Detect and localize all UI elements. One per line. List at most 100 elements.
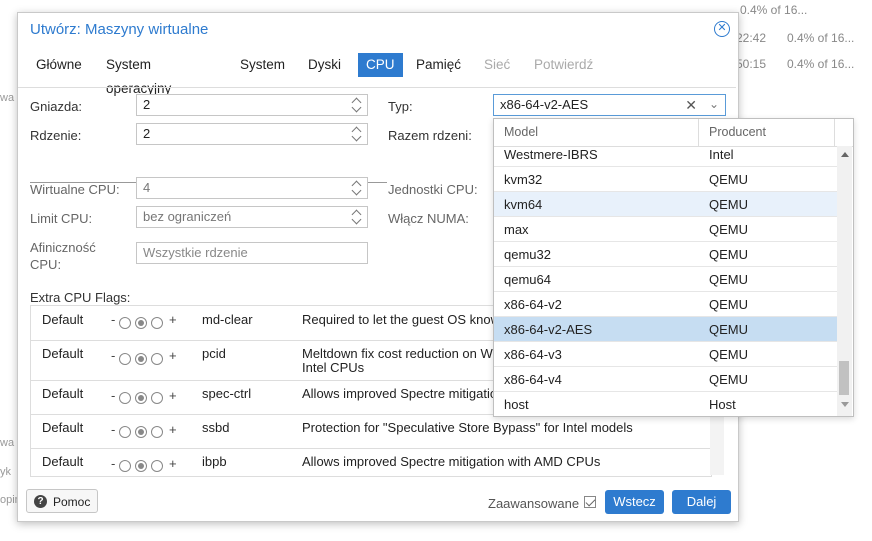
close-icon[interactable]: ✕: [714, 21, 730, 37]
dropdown-scrollbar[interactable]: [837, 146, 852, 416]
list-item[interactable]: x86-64-v4 QEMU: [494, 367, 837, 392]
flag-radio-on[interactable]: [151, 460, 163, 472]
tab-os[interactable]: System operacyjny: [98, 53, 179, 96]
scroll-down-icon[interactable]: [841, 402, 849, 407]
flag-radio-default[interactable]: [135, 460, 147, 472]
bg-row-memory: 0.4% of 16...: [787, 31, 855, 45]
tab-disks[interactable]: Dyski: [300, 53, 349, 77]
cores-spinner[interactable]: 2: [136, 123, 368, 145]
list-item[interactable]: qemu64 QEMU: [494, 267, 837, 292]
cpu-type-combobox[interactable]: x86-64-v2-AES ✕ ⌄: [493, 94, 726, 116]
list-item[interactable]: host Host: [494, 392, 837, 416]
flag-plus: +: [169, 422, 177, 437]
flag-radio-on[interactable]: [151, 317, 163, 329]
spinner-arrows-icon[interactable]: [351, 125, 363, 143]
tab-memory[interactable]: Pamięć: [408, 53, 469, 77]
table-row: Default - + ssbd Protection for "Specula…: [31, 414, 711, 449]
bg-left-fragment: wa: [0, 437, 15, 449]
cpu-type-value: x86-64-v2-AES: [500, 97, 589, 112]
flag-plus: +: [169, 348, 177, 363]
flag-plus: +: [169, 388, 177, 403]
clear-icon[interactable]: ✕: [685, 95, 697, 115]
vcpu-value: 4: [143, 180, 151, 195]
tab-cpu[interactable]: CPU: [358, 53, 403, 77]
cpu-limit-spinner[interactable]: bez ograniczeń: [136, 206, 368, 228]
flag-radio-on[interactable]: [151, 353, 163, 365]
chevron-down-icon[interactable]: ⌄: [709, 94, 719, 114]
scroll-thumb[interactable]: [839, 361, 849, 395]
bg-row-time: 22:42: [736, 31, 767, 45]
flag-radio-off[interactable]: [119, 426, 131, 438]
item-model: kvm64: [504, 197, 543, 212]
list-item[interactable]: qemu32 QEMU: [494, 242, 837, 267]
next-button[interactable]: Dalej: [672, 490, 731, 514]
item-model: x86-64-v2: [504, 297, 562, 312]
numa-label: Włącz NUMA:: [388, 211, 469, 226]
sockets-spinner[interactable]: 2: [136, 94, 368, 116]
tab-network: Sieć: [484, 57, 511, 72]
spinner-arrows-icon[interactable]: [351, 96, 363, 114]
back-button[interactable]: Wstecz: [605, 490, 664, 514]
affinity-label-line2: CPU:: [30, 257, 62, 272]
spinner-arrows-icon[interactable]: [351, 208, 363, 226]
flag-radio-off[interactable]: [119, 460, 131, 472]
item-vendor: Intel: [709, 147, 734, 162]
list-item[interactable]: x86-64-v2 QEMU: [494, 292, 837, 317]
list-item[interactable]: Westmere-IBRS Intel: [494, 142, 837, 167]
tab-confirm: Potwierdź: [534, 57, 594, 72]
flag-state: Default: [42, 312, 84, 327]
tab-general[interactable]: Główne: [28, 53, 90, 77]
item-model: max: [504, 222, 529, 237]
list-item[interactable]: x86-64-v3 QEMU: [494, 342, 837, 367]
flag-name: md-clear: [202, 312, 253, 327]
list-item[interactable]: max QEMU: [494, 217, 837, 242]
flag-description: Protection for "Speculative Store Bypass…: [302, 420, 633, 435]
item-model: host: [504, 397, 529, 412]
vcpu-spinner[interactable]: 4: [136, 177, 368, 199]
flag-minus: -: [111, 422, 116, 437]
list-item[interactable]: kvm64 QEMU: [494, 192, 837, 217]
scroll-up-icon[interactable]: [841, 152, 849, 157]
flag-radio-default[interactable]: [135, 426, 147, 438]
flag-name: ibpb: [202, 454, 227, 469]
help-button[interactable]: ? Pomoc: [26, 489, 98, 513]
flag-state: Default: [42, 386, 84, 401]
panel-divider: [18, 87, 736, 88]
tab-system[interactable]: System: [232, 53, 293, 77]
bg-row-memory: 0.4% of 16...: [787, 57, 855, 71]
item-vendor: QEMU: [709, 297, 748, 312]
column-header-vendor[interactable]: Producent: [709, 125, 766, 139]
bg-left-fragment: yk: [0, 466, 11, 478]
flag-radio-off[interactable]: [119, 392, 131, 404]
flag-radio-default[interactable]: [135, 353, 147, 365]
list-item-selected[interactable]: x86-64-v2-AES QEMU: [494, 317, 837, 342]
advanced-label: Zaawansowane: [488, 496, 580, 511]
list-item[interactable]: kvm32 QEMU: [494, 167, 837, 192]
flag-minus: -: [111, 312, 116, 327]
spinner-arrows-icon[interactable]: [351, 179, 363, 197]
cpu-affinity-placeholder: Wszystkie rdzenie: [143, 245, 248, 260]
flag-name: ssbd: [202, 420, 230, 435]
cpu-affinity-input[interactable]: Wszystkie rdzenie: [136, 242, 368, 264]
item-vendor: QEMU: [709, 172, 748, 187]
bg-row-time: 50:15: [736, 57, 767, 71]
item-vendor: QEMU: [709, 197, 748, 212]
flag-plus: +: [169, 312, 177, 327]
flag-state: Default: [42, 420, 84, 435]
flag-radio-off[interactable]: [119, 353, 131, 365]
flag-minus: -: [111, 456, 116, 471]
total-cores-label: Razem rdzeni:: [388, 128, 472, 143]
advanced-checkbox[interactable]: [584, 496, 596, 508]
flag-radio-default[interactable]: [135, 317, 147, 329]
bg-row: 0.4% of 16...: [740, 3, 807, 17]
flag-name: pcid: [202, 346, 226, 361]
item-vendor: Host: [709, 397, 736, 412]
flag-radio-on[interactable]: [151, 392, 163, 404]
item-vendor: QEMU: [709, 322, 748, 337]
flag-description: Meltdown fix cost reduction on We: [302, 346, 500, 361]
item-vendor: QEMU: [709, 222, 748, 237]
flag-radio-default[interactable]: [135, 392, 147, 404]
column-header-model[interactable]: Model: [504, 125, 538, 139]
flag-radio-off[interactable]: [119, 317, 131, 329]
flag-radio-on[interactable]: [151, 426, 163, 438]
